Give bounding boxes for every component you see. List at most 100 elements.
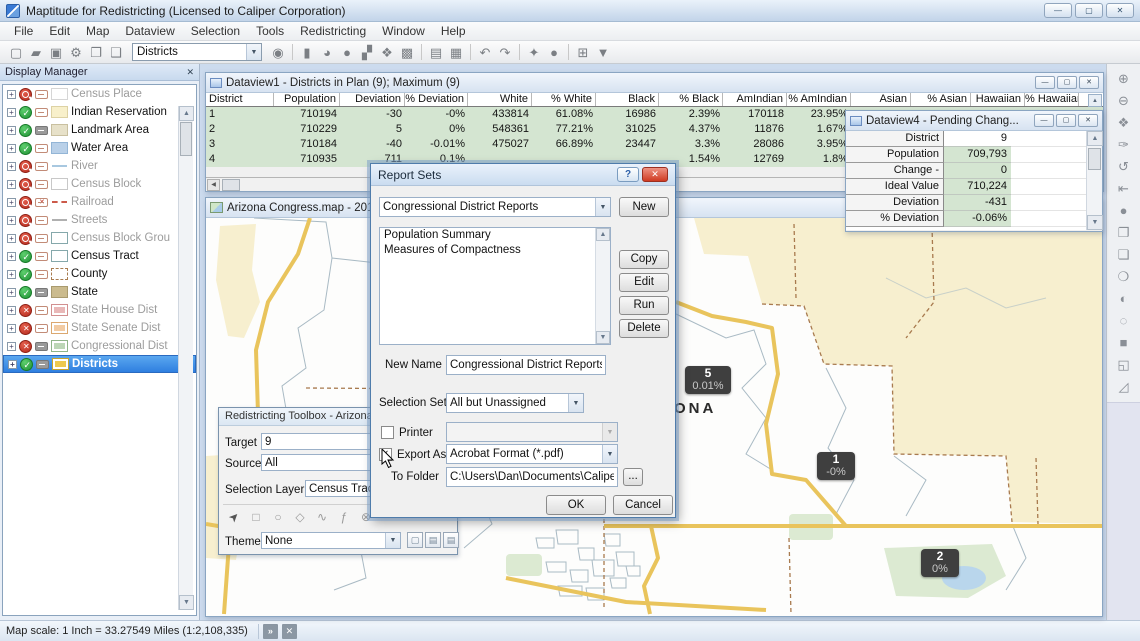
layer-scale-hidden-icon[interactable] <box>19 178 32 191</box>
layer-style-swatch[interactable] <box>52 358 69 370</box>
formula-select-icon[interactable]: ƒ <box>333 508 355 526</box>
column-header--asian[interactable]: % Asian <box>911 93 971 106</box>
label-tag-icon[interactable] <box>35 126 48 135</box>
dataview4-rows[interactable]: District9Population709,793Change - Popul… <box>846 131 1086 227</box>
layer-style-swatch[interactable] <box>51 142 68 154</box>
column-header-district[interactable]: District <box>206 93 274 106</box>
layer-off-icon[interactable] <box>19 340 32 353</box>
label-tag-icon[interactable] <box>35 306 48 315</box>
expand-icon[interactable]: + <box>7 198 16 207</box>
expand-icon[interactable]: + <box>7 270 16 279</box>
layer-row-census-block-grou[interactable]: +Census Block Grou <box>3 229 196 247</box>
pending-change-row[interactable]: Ideal Value710,224 <box>846 179 1086 195</box>
expand-icon[interactable]: + <box>7 90 16 99</box>
close-icon[interactable]: ✕ <box>642 167 668 182</box>
scrollbar-thumb[interactable] <box>180 122 192 156</box>
layer-row-indian-reservation[interactable]: +Indian Reservation <box>3 103 196 121</box>
resize-window-icon[interactable]: ◱ <box>1112 354 1136 376</box>
label-tag-icon[interactable] <box>35 108 48 117</box>
link-tables-icon[interactable]: ⊞ <box>573 43 593 62</box>
expand-icon[interactable]: + <box>7 288 16 297</box>
column-header-white[interactable]: White <box>468 93 532 106</box>
chevron-down-icon[interactable]: ▼ <box>385 533 400 548</box>
new-dataview-icon[interactable]: ▦ <box>446 43 466 62</box>
layer-row-census-block[interactable]: +Census Block <box>3 175 196 193</box>
add-label-icon[interactable]: ❍ <box>1112 266 1136 288</box>
dataview1-column-headers[interactable]: DistrictPopulationDeviation% DeviationWh… <box>206 93 1103 107</box>
maximize-button[interactable]: ▢ <box>1057 76 1077 89</box>
expand-icon[interactable]: + <box>7 306 16 315</box>
label-tag-icon[interactable] <box>35 324 48 333</box>
layer-row-railroad[interactable]: +Railroad <box>3 193 196 211</box>
layer-style-swatch[interactable] <box>51 178 68 190</box>
close-button[interactable]: ✕ <box>1106 3 1134 18</box>
pie-theme-icon[interactable]: ◕ <box>317 43 337 62</box>
find-icon[interactable]: ◉ <box>268 43 288 62</box>
browse-button[interactable]: ... <box>623 468 643 486</box>
column-header--hawaiian[interactable]: % Hawaiian <box>1025 93 1079 106</box>
new-workspace-icon[interactable]: ▢ <box>6 43 26 62</box>
minimize-button[interactable]: — <box>1044 3 1072 18</box>
expand-icon[interactable]: + <box>7 144 16 153</box>
zoom-in-icon[interactable]: ⊕ <box>1112 68 1136 90</box>
scroll-up-icon[interactable]: ▲ <box>1088 94 1102 107</box>
layer-visible-icon[interactable] <box>20 358 33 371</box>
layer-list-scrollbar[interactable]: ▲ ▼ <box>178 106 193 610</box>
theme-map-button[interactable]: ▢ <box>407 532 423 548</box>
layer-row-state-house-dist[interactable]: +State House Dist <box>3 301 196 319</box>
label-tag-icon[interactable] <box>35 342 48 351</box>
layer-style-swatch[interactable] <box>51 106 68 118</box>
menu-tools[interactable]: Tools <box>248 22 292 40</box>
measure-icon[interactable]: ◿ <box>1112 376 1136 398</box>
close-icon[interactable]: ✕ <box>186 67 194 78</box>
layer-row-districts[interactable]: +Districts <box>3 355 196 373</box>
scroll-up-icon[interactable]: ▲ <box>1087 131 1103 146</box>
layer-row-census-place[interactable]: +Census Place <box>3 85 196 103</box>
expand-icon[interactable]: + <box>7 180 16 189</box>
layer-off-icon[interactable] <box>19 304 32 317</box>
column-header-amindian[interactable]: AmIndian <box>723 93 787 106</box>
expand-icon[interactable]: + <box>7 216 16 225</box>
expand-icon[interactable]: + <box>7 108 16 117</box>
layer-style-swatch[interactable] <box>51 286 68 298</box>
active-layer-combobox[interactable]: Districts ▼ <box>132 43 262 61</box>
layer-style-swatch[interactable] <box>51 340 68 352</box>
chevron-down-icon[interactable]: ▼ <box>246 44 261 60</box>
column-header--black[interactable]: % Black <box>659 93 723 106</box>
freeform-select-icon[interactable]: ◇ <box>289 508 311 526</box>
layer-style-swatch[interactable] <box>51 232 68 244</box>
label-tag-icon[interactable] <box>35 234 48 243</box>
selection-set-combobox[interactable]: All but Unassigned ▼ <box>446 393 584 413</box>
layer-row-county[interactable]: +County <box>3 265 196 283</box>
scrollbar-thumb[interactable] <box>1088 148 1101 170</box>
menu-help[interactable]: Help <box>433 22 474 40</box>
expand-icon[interactable]: + <box>7 162 16 171</box>
layer-visible-icon[interactable] <box>19 286 32 299</box>
layer-style-swatch[interactable] <box>51 322 68 334</box>
pending-change-row[interactable]: Change - Population0 <box>846 163 1086 179</box>
printer-checkbox[interactable] <box>381 426 394 439</box>
menu-edit[interactable]: Edit <box>41 22 78 40</box>
pointer-tool-icon[interactable]: ➤ <box>220 503 248 531</box>
initial-view-icon[interactable]: ⇤ <box>1112 178 1136 200</box>
minimize-button[interactable]: — <box>1034 114 1054 127</box>
expand-icon[interactable]: + <box>7 252 16 261</box>
column-header--deviation[interactable]: % Deviation <box>405 93 468 106</box>
feather-select-icon[interactable]: ✑ <box>1112 134 1136 156</box>
column-header-population[interactable]: Population <box>274 93 340 106</box>
layer-row-streets[interactable]: +Streets <box>3 211 196 229</box>
column-header--amindian[interactable]: % AmIndian <box>787 93 851 106</box>
report-list-item[interactable]: Measures of Compactness <box>380 243 595 258</box>
layer-row-state-senate-dist[interactable]: +State Senate Dist <box>3 319 196 337</box>
pending-change-row[interactable]: District9 <box>846 131 1086 147</box>
expand-icon[interactable]: + <box>8 360 17 369</box>
to-folder-input[interactable] <box>446 467 618 487</box>
layer-row-census-tract[interactable]: +Census Tract <box>3 247 196 265</box>
maximize-button[interactable]: ▢ <box>1056 114 1076 127</box>
filter-selection-icon[interactable]: ▼ <box>593 43 613 62</box>
bookmark-icon[interactable]: ▮ <box>297 43 317 62</box>
menu-dataview[interactable]: Dataview <box>117 22 182 40</box>
chevron-down-icon[interactable]: ▼ <box>595 198 610 216</box>
report-list-item[interactable]: Population Summary <box>380 228 595 243</box>
column-header-black[interactable]: Black <box>596 93 659 106</box>
